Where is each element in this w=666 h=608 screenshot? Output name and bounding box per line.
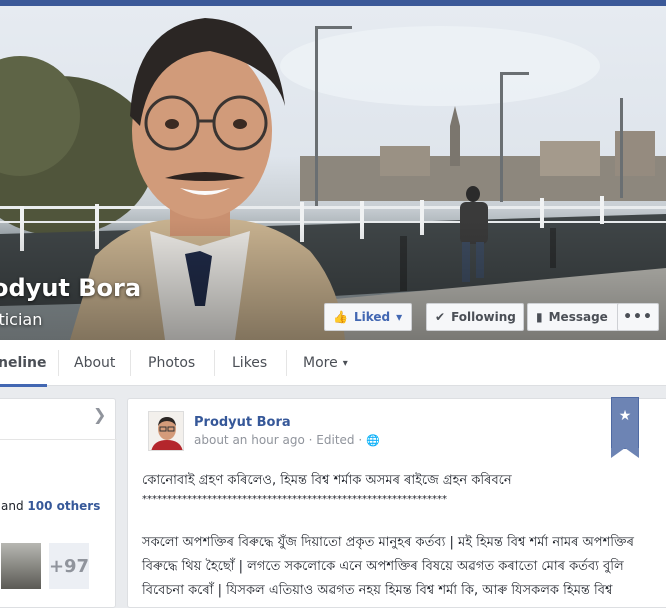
thumbs-up-icon: 👍 (333, 310, 348, 324)
likes-others-link[interactable]: 100 others (27, 499, 100, 513)
caret-down-icon: ▾ (396, 310, 403, 324)
tab-photos[interactable]: Photos (148, 340, 195, 386)
speech-bubble-icon: ▮ (536, 310, 543, 324)
liked-label: Liked (353, 310, 391, 324)
tab-likes-label: Likes (232, 355, 268, 371)
tab-more-label: More (303, 355, 338, 371)
message-label: Message (548, 310, 608, 324)
tab-divider (286, 350, 287, 376)
profile-nav: neline About Photos Likes More ▾ (0, 340, 666, 387)
liked-button[interactable]: 👍 Liked ▾ (324, 303, 412, 331)
tab-more[interactable]: More ▾ (303, 340, 348, 386)
tab-about-label: About (74, 355, 116, 371)
tab-about[interactable]: About (74, 340, 115, 386)
profile-category: itician (0, 310, 43, 329)
following-label: Following (451, 310, 516, 324)
cover-photo[interactable]: odyut Bora itician 👍 Liked ▾ ✔ Following… (0, 6, 666, 340)
post-edited[interactable]: · Edited · (309, 433, 363, 447)
ellipsis-icon: ••• (623, 309, 653, 325)
following-button[interactable]: ✔ Following (426, 303, 524, 331)
post-headline: কোনোবাই গ্ৰহণ কৰিলেও, হিমন্ত বিশ্ব শৰ্মা… (142, 473, 512, 488)
highlight-bookmark[interactable]: ★ (611, 397, 639, 458)
tab-timeline[interactable]: neline (0, 340, 47, 387)
check-icon: ✔ (435, 310, 446, 324)
likes-prefix: and (1, 499, 24, 513)
message-button[interactable]: ▮ Message (527, 303, 619, 331)
caret-down-icon: ▾ (342, 357, 348, 369)
star-icon: ★ (618, 408, 632, 424)
author-avatar[interactable] (148, 411, 184, 451)
avatar-image (149, 412, 183, 450)
about-card: ❯ and 100 others +97 (0, 398, 117, 608)
tab-divider (58, 350, 59, 376)
post-separator: ****************************************… (142, 494, 447, 505)
more-options-button[interactable]: ••• (617, 303, 659, 331)
profile-name[interactable]: odyut Bora (0, 274, 141, 302)
friend-avatar[interactable] (1, 543, 41, 589)
tab-photos-label: Photos (148, 355, 196, 371)
chevron-right-icon[interactable]: ❯ (93, 405, 106, 424)
post-body: কোনোবাই গ্ৰহণ কৰিলেও, হিমন্ত বিশ্ব শৰ্মা… (142, 469, 662, 603)
globe-icon: 🌐 (365, 434, 380, 447)
post-author[interactable]: Prodyut Bora (194, 415, 291, 430)
post-paragraph: সকলো অপশক্তিৰ বিৰুদ্ধে যুঁজ দিয়াতো প্ৰক… (142, 535, 634, 598)
tab-divider (130, 350, 131, 376)
tab-likes[interactable]: Likes (232, 340, 267, 386)
tab-divider (214, 350, 215, 376)
timeline-post: Prodyut Bora about an hour ago · Edited … (127, 397, 666, 608)
more-friends-count[interactable]: +97 (49, 543, 89, 589)
divider (0, 439, 117, 440)
tab-timeline-label: neline (0, 355, 47, 371)
post-time[interactable]: about an hour ago (194, 433, 305, 447)
post-meta: about an hour ago · Edited · 🌐 (194, 433, 380, 447)
likes-summary: and 100 others (1, 499, 100, 513)
